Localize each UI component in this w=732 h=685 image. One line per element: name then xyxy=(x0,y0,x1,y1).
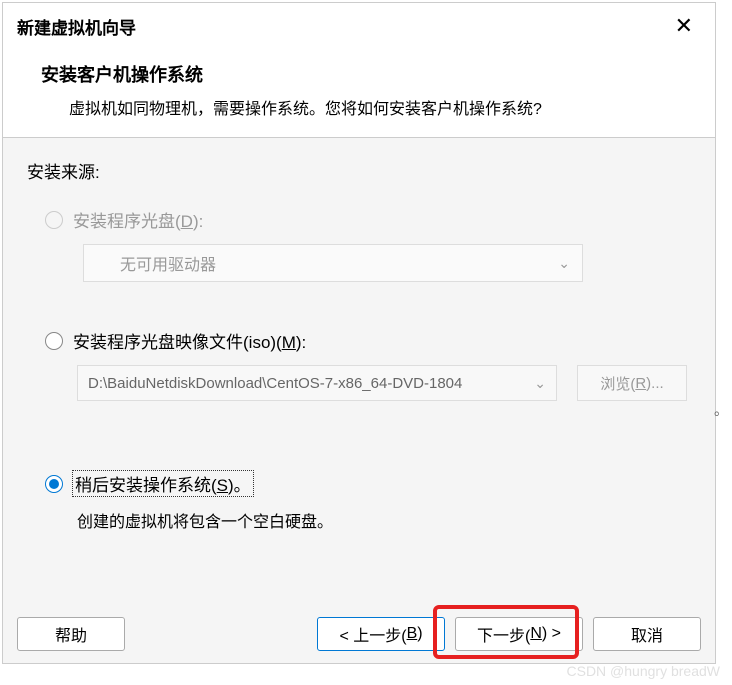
radio-later-label: 稍后安装操作系统(S)。 xyxy=(73,471,253,496)
radio-iso-label: 安装程序光盘映像文件(iso)(M): xyxy=(73,328,306,353)
dialog-title: 新建虚拟机向导 xyxy=(17,14,136,39)
page-title: 安装客户机操作系统 xyxy=(41,61,677,87)
next-button[interactable]: 下一步(N) > xyxy=(455,617,583,651)
option-disc-group: 安装程序光盘(D): 无可用驱动器 ⌄ xyxy=(27,207,691,282)
back-button[interactable]: < 上一步(B) xyxy=(317,617,445,651)
option-disc-row[interactable]: 安装程序光盘(D): xyxy=(27,207,691,232)
option-later-row[interactable]: 稍后安装操作系统(S)。 xyxy=(27,471,691,496)
option-iso-row[interactable]: 安装程序光盘映像文件(iso)(M): xyxy=(27,328,691,353)
source-label: 安装来源: xyxy=(27,158,691,183)
content-area: 安装来源: 安装程序光盘(D): 无可用驱动器 ⌄ 安装程序光盘映像文件(iso… xyxy=(3,138,715,638)
option-iso-group: 安装程序光盘映像文件(iso)(M): D:\BaiduNetdiskDownl… xyxy=(27,328,691,401)
decorative-dot: 。 xyxy=(714,400,728,420)
browse-button: 浏览(R)... xyxy=(577,365,687,401)
iso-path-text: D:\BaiduNetdiskDownload\CentOS-7-x86_64-… xyxy=(88,375,462,392)
radio-iso[interactable] xyxy=(45,332,63,350)
page-description: 虚拟机如同物理机，需要操作系统。您将如何安装客户机操作系统? xyxy=(41,95,677,119)
disc-dropdown-text: 无可用驱动器 xyxy=(120,251,558,275)
footer: 帮助 < 上一步(B) 下一步(N) > 取消 xyxy=(3,605,715,663)
later-hint: 创建的虚拟机将包含一个空白硬盘。 xyxy=(77,508,691,532)
help-button[interactable]: 帮助 xyxy=(17,617,125,651)
wizard-dialog: 新建虚拟机向导 ✕ 安装客户机操作系统 虚拟机如同物理机，需要操作系统。您将如何… xyxy=(2,2,716,664)
chevron-down-icon: ⌄ xyxy=(558,255,570,272)
option-later-group: 稍后安装操作系统(S)。 创建的虚拟机将包含一个空白硬盘。 xyxy=(27,471,691,532)
watermark: CSDN @hungry breadW xyxy=(567,663,721,679)
titlebar: 新建虚拟机向导 ✕ xyxy=(3,3,715,49)
disc-dropdown: 无可用驱动器 ⌄ xyxy=(83,244,583,282)
radio-disc xyxy=(45,211,63,229)
iso-path-dropdown: D:\BaiduNetdiskDownload\CentOS-7-x86_64-… xyxy=(77,365,557,401)
header-section: 安装客户机操作系统 虚拟机如同物理机，需要操作系统。您将如何安装客户机操作系统? xyxy=(3,49,715,138)
cancel-button[interactable]: 取消 xyxy=(593,617,701,651)
close-icon[interactable]: ✕ xyxy=(667,11,701,41)
chevron-down-icon: ⌄ xyxy=(534,375,546,392)
radio-later[interactable] xyxy=(45,475,63,493)
radio-disc-label: 安装程序光盘(D): xyxy=(73,207,203,232)
iso-input-row: D:\BaiduNetdiskDownload\CentOS-7-x86_64-… xyxy=(77,365,691,401)
